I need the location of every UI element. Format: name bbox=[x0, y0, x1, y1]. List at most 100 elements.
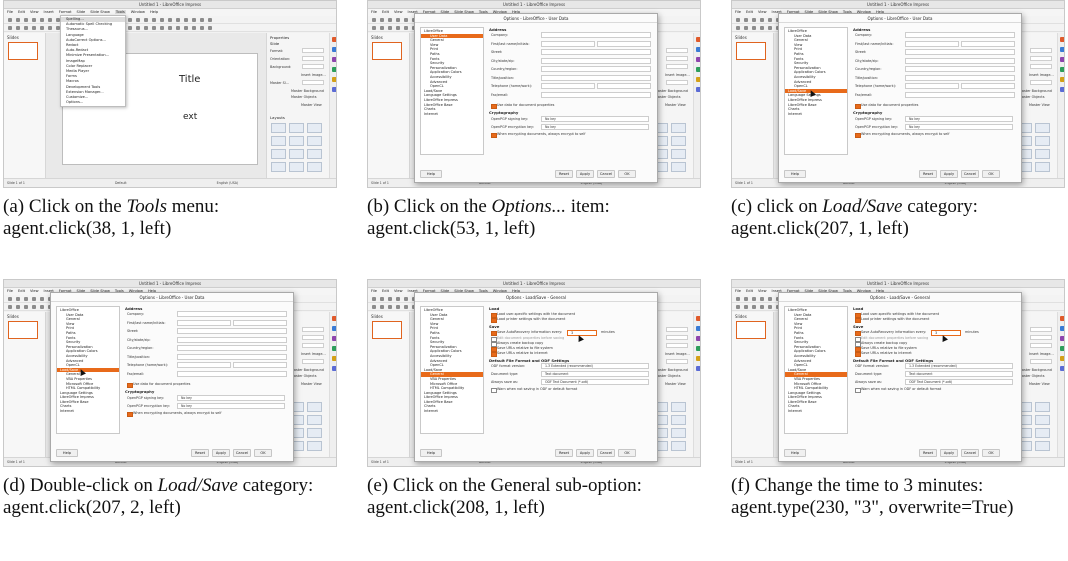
toolbar-button-icon[interactable] bbox=[16, 297, 20, 301]
text-field[interactable] bbox=[905, 66, 1015, 72]
layout-option[interactable] bbox=[307, 136, 322, 146]
text-field[interactable] bbox=[905, 91, 1015, 98]
apply-button[interactable]: Apply bbox=[576, 170, 594, 178]
signing-key-select[interactable]: No key bbox=[177, 395, 285, 401]
layout-option[interactable] bbox=[289, 136, 304, 146]
layout-option[interactable] bbox=[671, 428, 686, 438]
sidebar-dropdown[interactable] bbox=[666, 327, 688, 332]
layout-option[interactable] bbox=[1035, 428, 1050, 438]
layout-option[interactable] bbox=[671, 123, 686, 133]
help-button[interactable]: Help bbox=[420, 170, 442, 178]
sidebar-dropdown[interactable] bbox=[302, 359, 324, 364]
master-objects-check[interactable]: Master Objects bbox=[1019, 95, 1044, 99]
toolbar-button-icon[interactable] bbox=[40, 297, 44, 301]
menu-file[interactable]: File bbox=[371, 10, 377, 14]
text-field[interactable] bbox=[961, 40, 1015, 47]
toolbar-button-icon[interactable] bbox=[136, 18, 140, 22]
layout-option[interactable] bbox=[1035, 402, 1050, 412]
doc-type-select[interactable]: Text document bbox=[905, 371, 1013, 377]
load-printer-settings-check[interactable]: Load printer settings with the document bbox=[491, 317, 565, 323]
warn-non-odf-check[interactable]: Warn when not saving in ODF or default f… bbox=[491, 387, 577, 393]
toolbar-button-icon[interactable] bbox=[768, 18, 772, 22]
toolbar-button-icon[interactable] bbox=[404, 26, 408, 30]
layout-option[interactable] bbox=[307, 149, 322, 159]
toolbar-button-icon[interactable] bbox=[736, 18, 740, 22]
toolbar-button-icon[interactable] bbox=[192, 26, 196, 30]
tree-item-internet[interactable]: Internet bbox=[421, 112, 483, 117]
sidebar-dropdown[interactable] bbox=[666, 80, 688, 85]
text-field[interactable] bbox=[541, 74, 651, 81]
tree-item-internet[interactable]: Internet bbox=[785, 409, 847, 414]
text-field[interactable] bbox=[905, 32, 1015, 38]
menu-edit[interactable]: Edit bbox=[18, 10, 25, 14]
menu-view[interactable]: View bbox=[758, 10, 767, 14]
toolbar-button-icon[interactable] bbox=[8, 18, 12, 22]
menu-view[interactable]: View bbox=[30, 289, 39, 293]
layout-option[interactable] bbox=[289, 123, 304, 133]
reset-button[interactable]: Reset bbox=[555, 170, 573, 178]
sidebar-deck-icon[interactable] bbox=[332, 87, 336, 92]
sidebar-deck-icon[interactable] bbox=[332, 67, 336, 72]
toolbar-button-icon[interactable] bbox=[32, 26, 36, 30]
sidebar-deck-icon[interactable] bbox=[1060, 316, 1064, 321]
toolbar-button-icon[interactable] bbox=[184, 18, 188, 22]
sidebar-dropdown[interactable] bbox=[666, 56, 688, 61]
toolbar-button-icon[interactable] bbox=[760, 18, 764, 22]
sidebar-dropdown[interactable] bbox=[1030, 48, 1052, 53]
tree-item-internet[interactable]: Internet bbox=[57, 409, 119, 414]
toolbar-button-icon[interactable] bbox=[744, 26, 748, 30]
ok-button[interactable]: OK bbox=[618, 170, 636, 178]
master-objects-check[interactable]: Master Objects bbox=[1019, 374, 1044, 378]
sidebar-deck-icon[interactable] bbox=[1060, 326, 1064, 331]
toolbar-button-icon[interactable] bbox=[736, 26, 740, 30]
sidebar-deck-icon[interactable] bbox=[696, 366, 700, 371]
sidebar-deck-icon[interactable] bbox=[1060, 336, 1064, 341]
reset-button[interactable]: Reset bbox=[919, 170, 937, 178]
sidebar-dropdown[interactable] bbox=[666, 335, 688, 340]
menu-edit[interactable]: Edit bbox=[18, 289, 25, 293]
sidebar-deck-icon[interactable] bbox=[1060, 37, 1064, 42]
text-field[interactable] bbox=[597, 83, 651, 89]
text-field[interactable] bbox=[233, 319, 287, 326]
toolbar-button-icon[interactable] bbox=[168, 26, 172, 30]
toolbar-button-icon[interactable] bbox=[40, 305, 44, 309]
edit-properties-check[interactable]: Edit document properties before saving bbox=[491, 336, 564, 342]
toolbar-button-icon[interactable] bbox=[192, 18, 196, 22]
menu-view[interactable]: View bbox=[758, 289, 767, 293]
layout-option[interactable] bbox=[1035, 149, 1050, 159]
menu-help[interactable]: Help bbox=[150, 10, 158, 14]
tree-item-internet[interactable]: Internet bbox=[785, 112, 847, 117]
sidebar-dropdown[interactable] bbox=[302, 80, 324, 85]
toolbar-button-icon[interactable] bbox=[760, 297, 764, 301]
sidebar-deck-icon[interactable] bbox=[332, 346, 336, 351]
toolbar-button-icon[interactable] bbox=[396, 18, 400, 22]
sidebar-dropdown[interactable] bbox=[1030, 327, 1052, 332]
sidebar-deck-icon[interactable] bbox=[332, 57, 336, 62]
menu-insert[interactable]: Insert bbox=[44, 10, 54, 14]
odf-version-select[interactable]: 1.3 Extended (recommended) bbox=[905, 363, 1013, 369]
text-field[interactable] bbox=[177, 353, 287, 360]
help-button[interactable]: Help bbox=[420, 449, 442, 457]
menu-view[interactable]: View bbox=[394, 289, 403, 293]
sidebar-dropdown[interactable] bbox=[302, 48, 324, 53]
slide-text-placeholder[interactable]: ext bbox=[183, 112, 197, 122]
load-user-settings-check[interactable]: Load user-specific settings with the doc… bbox=[491, 312, 575, 318]
toolbar-button-icon[interactable] bbox=[200, 18, 204, 22]
toolbar-button-icon[interactable] bbox=[744, 305, 748, 309]
menu-edit[interactable]: Edit bbox=[382, 289, 389, 293]
menu-edit[interactable]: Edit bbox=[382, 10, 389, 14]
signing-key-select[interactable]: No key bbox=[541, 116, 649, 122]
master-view-button[interactable]: Master View bbox=[1029, 382, 1050, 386]
toolbar-button-icon[interactable] bbox=[380, 297, 384, 301]
master-view-button[interactable]: Master View bbox=[301, 382, 322, 386]
layout-option[interactable] bbox=[289, 162, 304, 172]
toolbar-button-icon[interactable] bbox=[404, 18, 408, 22]
encrypt-to-self-check[interactable]: When encrypting documents, always encryp… bbox=[855, 132, 949, 138]
menu-file[interactable]: File bbox=[7, 289, 13, 293]
toolbar-button-icon[interactable] bbox=[40, 18, 44, 22]
encryption-key-select[interactable]: No key bbox=[905, 124, 1013, 130]
slide-thumbnail[interactable] bbox=[372, 42, 402, 60]
master-background-check[interactable]: Master Background bbox=[291, 368, 324, 372]
master-background-check[interactable]: Master Background bbox=[291, 89, 324, 93]
sidebar-deck-icon[interactable] bbox=[332, 47, 336, 52]
